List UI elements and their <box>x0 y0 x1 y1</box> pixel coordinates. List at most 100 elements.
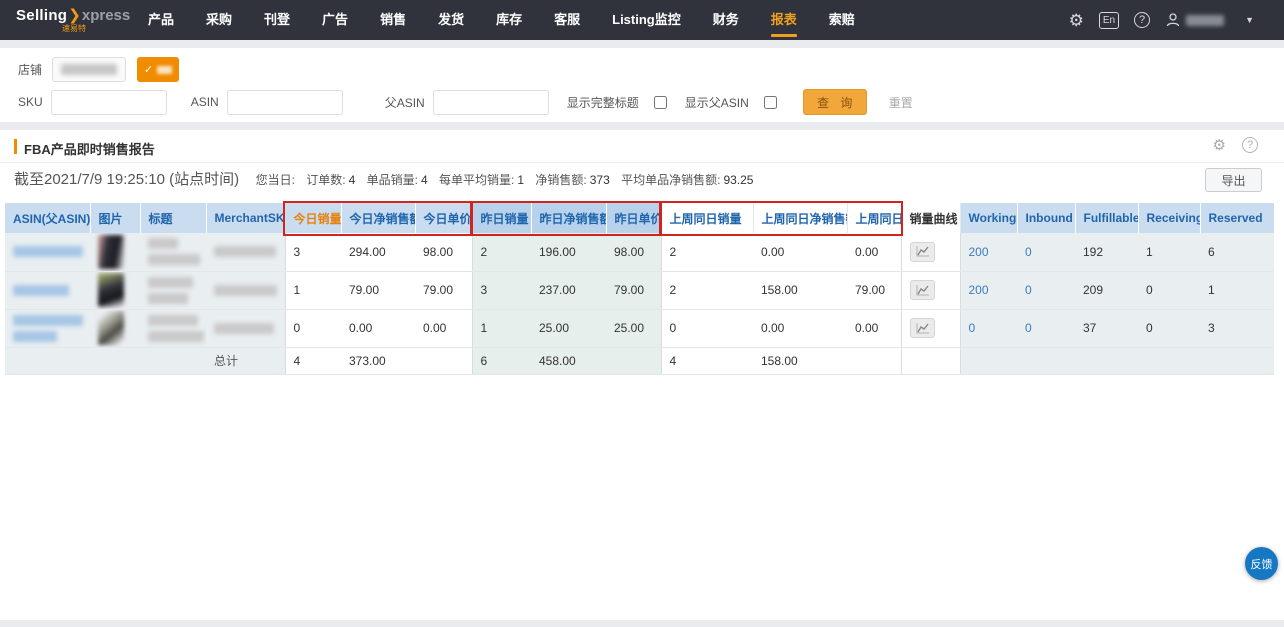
net-sales-label: 净销售额: <box>535 173 586 187</box>
nav-item-purchase[interactable]: 采购 <box>190 0 248 40</box>
feedback-button[interactable]: 反馈 <box>1245 547 1278 580</box>
logo-text-selling: Selling <box>16 8 67 23</box>
title-redacted <box>140 309 206 347</box>
report-title: FBA产品即时销售报告 <box>24 139 155 158</box>
panel-help-icon[interactable]: ? <box>1242 137 1258 153</box>
shop-select[interactable] <box>52 57 126 82</box>
help-icon[interactable]: ? <box>1134 12 1150 28</box>
table-total-row: 总计 4 373.00 6 458.00 4 158.00 <box>5 347 1274 374</box>
export-button[interactable]: 导出 <box>1205 168 1262 192</box>
yesterday-unit-price: 79.00 <box>606 271 661 309</box>
col-header-yesterday-unit-price[interactable]: 昨日单价 <box>606 203 661 233</box>
working-qty-link[interactable]: 0 <box>960 309 1017 347</box>
nav-item-service[interactable]: 客服 <box>538 0 596 40</box>
col-header-today-qty-sort[interactable]: 今日销量▼ <box>285 203 341 233</box>
lastweek-net-sales: 158.00 <box>753 271 847 309</box>
col-header-lastweek-qty[interactable]: 上周同日销量 <box>661 203 753 233</box>
language-icon[interactable]: En <box>1099 12 1119 29</box>
total-today-net-sales: 373.00 <box>341 347 415 374</box>
summary-row: 截至2021/7/9 19:25:10 (站点时间) 您当日: 订单数:4 单品… <box>14 168 1270 200</box>
nav-item-ads[interactable]: 广告 <box>306 0 364 40</box>
col-header-title: 标题 <box>140 203 206 233</box>
column-settings-icon[interactable]: ⚙ <box>1213 138 1226 153</box>
merchantsku-redacted <box>206 309 285 347</box>
fulfillable-qty: 37 <box>1075 309 1138 347</box>
nav-item-finance[interactable]: 财务 <box>697 0 755 40</box>
report-panel-header: FBA产品即时销售报告 ⚙ ? <box>0 130 1284 163</box>
reset-link[interactable]: 重置 <box>889 94 913 111</box>
app-logo[interactable]: Selling ❯ xpress 速易特 <box>0 8 132 33</box>
yesterday-qty: 3 <box>472 271 531 309</box>
table-row: 3 294.00 98.00 2 196.00 98.00 2 0.00 0.0… <box>5 233 1274 271</box>
inbound-qty-link[interactable]: 0 <box>1017 271 1075 309</box>
yesterday-qty: 1 <box>472 309 531 347</box>
receiving-qty: 0 <box>1138 271 1200 309</box>
merchantsku-redacted <box>206 233 285 271</box>
today-unit-price: 79.00 <box>415 271 472 309</box>
net-sales-value: 373 <box>590 173 610 187</box>
panel-header-icons: ⚙ ? <box>1213 137 1258 153</box>
today-net-sales: 0.00 <box>341 309 415 347</box>
sales-curve-button[interactable] <box>910 242 935 262</box>
working-qty-link[interactable]: 200 <box>960 271 1017 309</box>
receiving-qty: 0 <box>1138 309 1200 347</box>
working-qty-link[interactable]: 200 <box>960 233 1017 271</box>
product-image-redacted <box>90 233 140 271</box>
nav-item-products[interactable]: 产品 <box>132 0 190 40</box>
col-header-inbound: Inbound <box>1017 203 1075 233</box>
caret-down-icon[interactable]: ▼ <box>1245 15 1254 25</box>
today-net-sales: 294.00 <box>341 233 415 271</box>
sales-curve-button[interactable] <box>910 280 935 300</box>
nav-item-listing-monitor[interactable]: Listing监控 <box>596 0 697 40</box>
nav-item-shipping[interactable]: 发货 <box>422 0 480 40</box>
nav-item-listing[interactable]: 刊登 <box>248 0 306 40</box>
col-header-lastweek-net-sales[interactable]: 上周同日净销售额 <box>753 203 847 233</box>
col-header-yesterday-net-sales[interactable]: 昨日净销售额 <box>531 203 606 233</box>
asin-link-redacted[interactable] <box>5 309 90 347</box>
lastweek-net-sales: 0.00 <box>753 233 847 271</box>
parent-asin-input[interactable] <box>433 90 549 115</box>
total-lastweek-qty: 4 <box>661 347 753 374</box>
nav-item-inventory[interactable]: 库存 <box>480 0 538 40</box>
units-value: 4 <box>421 173 428 187</box>
chart-line-icon <box>916 246 929 257</box>
col-header-yesterday-qty[interactable]: 昨日销量 <box>472 203 531 233</box>
total-yesterday-qty: 6 <box>472 347 531 374</box>
inbound-qty-link[interactable]: 0 <box>1017 233 1075 271</box>
shop-confirm-button[interactable]: ✓ <box>137 57 179 82</box>
user-account-menu[interactable] <box>1165 12 1224 28</box>
asin-link-redacted[interactable] <box>5 233 90 271</box>
nav-item-sales[interactable]: 销售 <box>364 0 422 40</box>
sales-curve-button[interactable] <box>910 318 935 338</box>
show-full-title-checkbox[interactable] <box>654 96 667 109</box>
col-header-lastweek-unit-price[interactable]: 上周同日单价 <box>847 203 901 233</box>
top-nav: Selling ❯ xpress 速易特 产品 采购 刊登 广告 销售 发货 库… <box>0 0 1284 40</box>
nav-item-reports[interactable]: 报表 <box>755 0 813 40</box>
summary-prefix: 您当日: <box>256 173 295 187</box>
asin-link-redacted[interactable] <box>5 271 90 309</box>
sales-table: ASIN(父ASIN) 图片 标题 MerchantSKU 今日销量▼ 今日净销… <box>5 203 1275 375</box>
col-header-today-net-sales[interactable]: 今日净销售额 <box>341 203 415 233</box>
sales-curve-cell <box>901 233 960 271</box>
shop-filter-row: 店铺 ✓ <box>18 57 179 82</box>
username-redacted <box>1186 15 1224 26</box>
user-icon <box>1165 12 1181 28</box>
fulfillable-qty: 209 <box>1075 271 1138 309</box>
show-parent-asin-checkbox[interactable] <box>764 96 777 109</box>
sales-table-wrap: ASIN(父ASIN) 图片 标题 MerchantSKU 今日销量▼ 今日净销… <box>5 203 1274 375</box>
chart-line-icon <box>916 323 929 334</box>
nav-right-icons: ⚙ En ? ▼ <box>1069 12 1284 29</box>
checkmark-icon: ✓ <box>144 63 153 76</box>
lastweek-qty: 2 <box>661 271 753 309</box>
today-qty: 0 <box>285 309 341 347</box>
main-menu: 产品 采购 刊登 广告 销售 发货 库存 客服 Listing监控 财务 报表 … <box>132 0 871 40</box>
sku-input[interactable] <box>51 90 167 115</box>
asin-input[interactable] <box>227 90 343 115</box>
table-row: 1 79.00 79.00 3 237.00 79.00 2 158.00 79… <box>5 271 1274 309</box>
nav-item-claims[interactable]: 索赔 <box>813 0 871 40</box>
yesterday-net-sales: 237.00 <box>531 271 606 309</box>
settings-gear-icon[interactable]: ⚙ <box>1069 12 1084 29</box>
col-header-today-unit-price[interactable]: 今日单价 <box>415 203 472 233</box>
inbound-qty-link[interactable]: 0 <box>1017 309 1075 347</box>
query-button[interactable]: 查 询 <box>803 89 867 115</box>
